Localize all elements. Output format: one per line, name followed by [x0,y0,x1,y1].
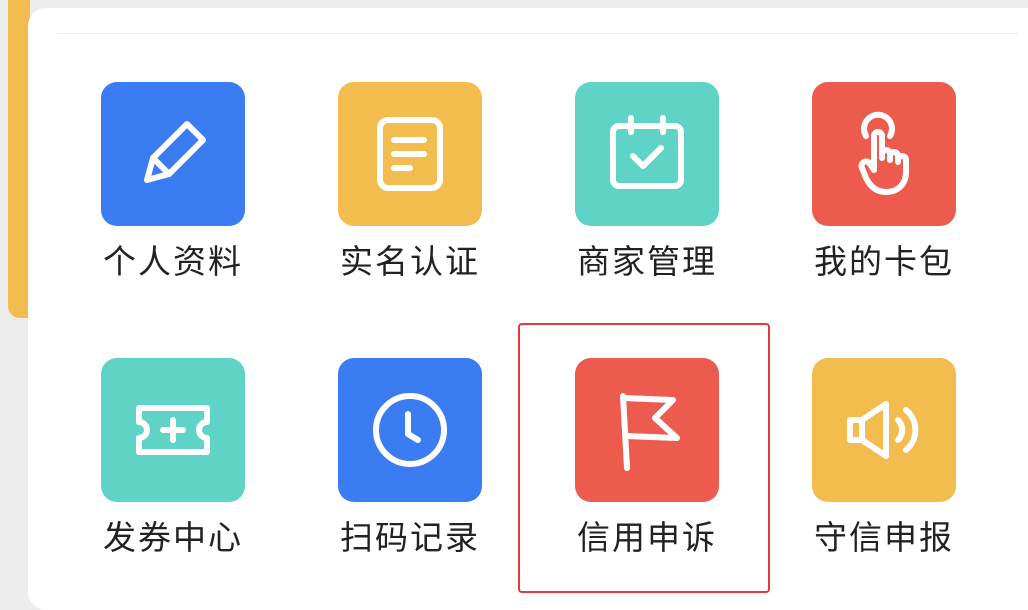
top-divider [58,33,1018,34]
menu-item-scan-records[interactable]: 扫码记录 [310,358,510,558]
calendar-check-icon [610,115,684,189]
ticket-plus-icon [136,405,210,455]
speaker-icon-box [812,358,956,502]
menu-item-credit-declaration[interactable]: 守信申报 [784,358,984,558]
side-accent-strip [8,0,30,318]
tap-hand-icon-box [812,82,956,226]
menu-item-label: 信用申诉 [577,518,717,557]
menu-item-personal-info[interactable]: 个人资料 [73,82,273,282]
flag-icon [620,393,680,471]
page: 个人资料 实名认证 商家管理 我的卡包 发券中心 扫码记录 信用申诉 守信申报 [0,0,1028,610]
clock-icon [373,393,447,467]
speaker-icon [847,401,919,459]
menu-item-real-name-auth[interactable]: 实名认证 [310,82,510,282]
menu-item-label: 实名认证 [340,242,480,281]
pencil-icon-box [101,82,245,226]
flag-icon-box [575,358,719,502]
menu-item-credit-appeal[interactable]: 信用申诉 [547,358,747,558]
ticket-plus-icon-box [101,358,245,502]
menu-item-label: 发券中心 [103,518,243,557]
menu-item-label: 商家管理 [577,242,717,281]
menu-item-label: 守信申报 [814,518,954,557]
document-icon [377,117,443,191]
menu-item-merchant-management[interactable]: 商家管理 [547,82,747,282]
calendar-check-icon-box [575,82,719,226]
document-icon-box [338,82,482,226]
tap-hand-icon [858,111,909,195]
pencil-icon [144,121,206,183]
menu-item-label: 个人资料 [103,242,243,281]
menu-item-coupon-center[interactable]: 发券中心 [73,358,273,558]
menu-item-label: 我的卡包 [814,242,954,281]
menu-item-my-card-wallet[interactable]: 我的卡包 [784,82,984,282]
menu-item-label: 扫码记录 [340,518,480,557]
clock-icon-box [338,358,482,502]
